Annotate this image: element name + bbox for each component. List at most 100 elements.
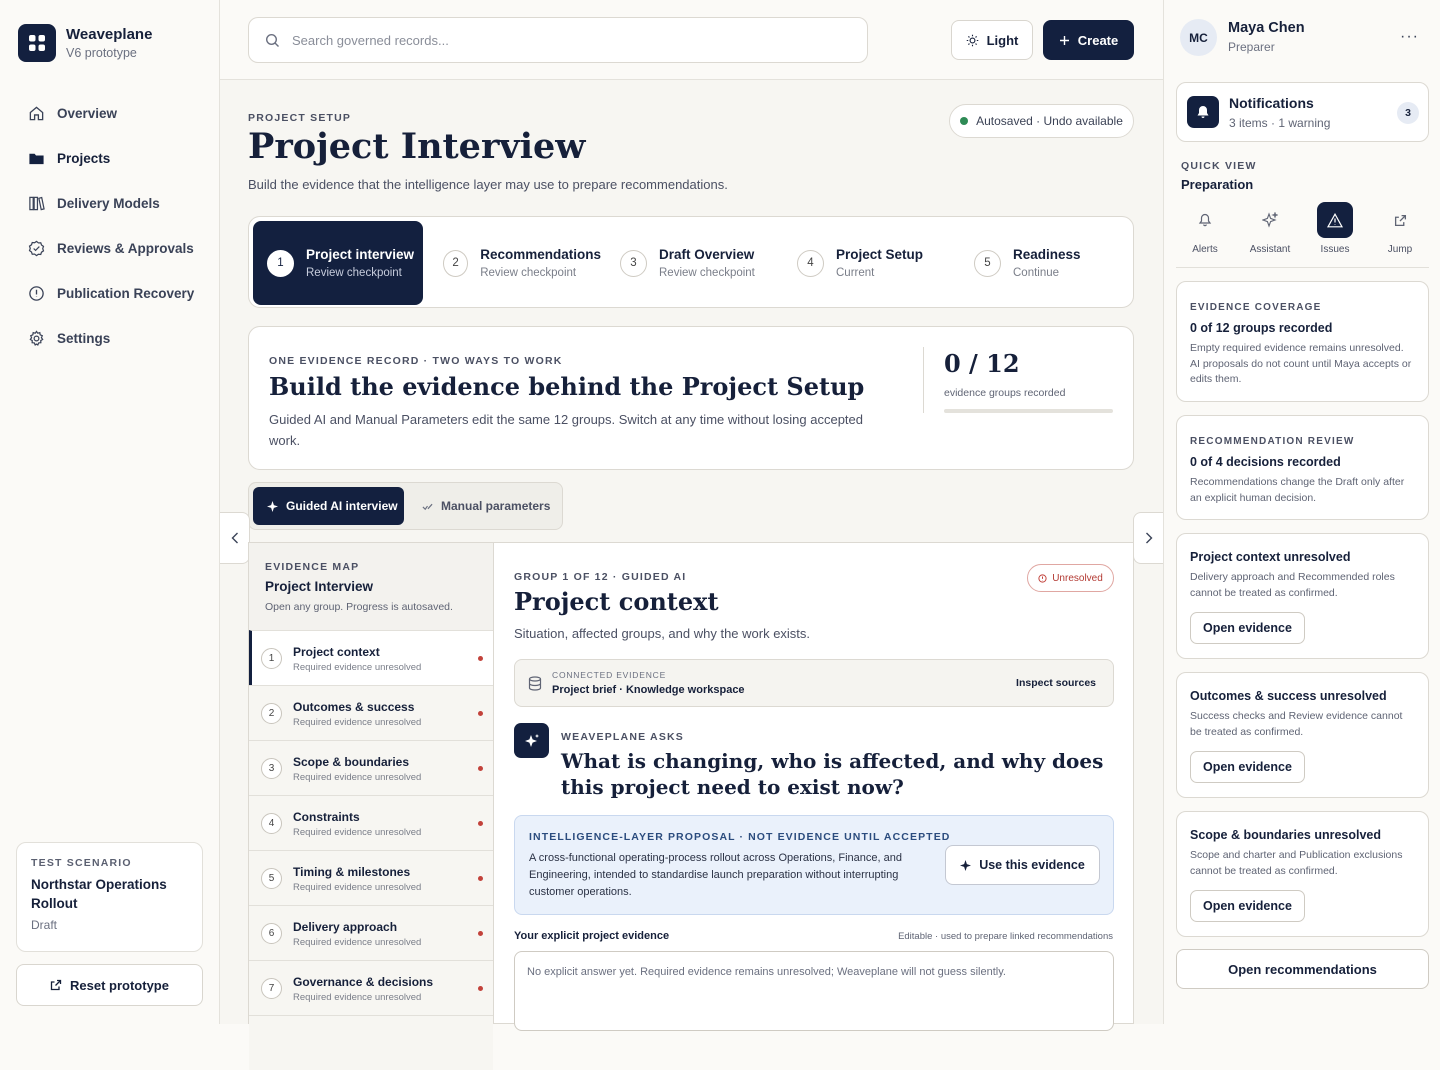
evidence-group-outcomes[interactable]: 2 Outcomes & success Required evidence u… bbox=[249, 685, 493, 740]
create-button[interactable]: Create bbox=[1043, 20, 1134, 60]
evidence-coverage-card: EVIDENCE COVERAGE 0 of 12 groups recorde… bbox=[1176, 281, 1429, 402]
hero-eyebrow: ONE EVIDENCE RECORD · TWO WAYS TO WORK bbox=[269, 355, 563, 367]
group-title: Outcomes & success bbox=[293, 700, 415, 714]
sparkle-icon bbox=[267, 500, 278, 512]
open-recommendations-button[interactable]: Open recommendations bbox=[1176, 949, 1429, 989]
notifications-card[interactable]: Notifications 3 items · 1 warning 3 bbox=[1176, 82, 1429, 142]
group-number: 4 bbox=[261, 813, 282, 834]
unresolved-dot bbox=[478, 656, 483, 661]
connected-evidence-bar: CONNECTED EVIDENCE Project brief · Knowl… bbox=[514, 659, 1114, 707]
sparkle-icon bbox=[960, 859, 972, 871]
search-input[interactable] bbox=[292, 32, 812, 48]
evidence-group-project-context[interactable]: 1 Project context Required evidence unre… bbox=[249, 630, 493, 685]
quick-view-label: Alerts bbox=[1192, 244, 1218, 255]
mode-switch: Guided AI interview Manual parameters bbox=[248, 482, 563, 530]
evidence-count-label: evidence groups recorded bbox=[944, 387, 1066, 399]
open-evidence-button[interactable]: Open evidence bbox=[1190, 890, 1305, 922]
collapse-right-button[interactable] bbox=[1133, 512, 1163, 564]
step-project-interview[interactable]: 1 Project interview Review checkpoint bbox=[253, 221, 423, 305]
reset-prototype-button[interactable]: Reset prototype bbox=[16, 964, 203, 1006]
manual-parameters-tab[interactable]: Manual parameters bbox=[408, 487, 558, 525]
warning-icon bbox=[1327, 212, 1343, 227]
grid-icon bbox=[29, 35, 45, 51]
evidence-field-hint: Editable · used to prepare linked recomm… bbox=[898, 931, 1113, 942]
nav-label: Publication Recovery bbox=[57, 285, 195, 301]
create-label: Create bbox=[1077, 32, 1119, 48]
inspect-sources-link[interactable]: Inspect sources bbox=[1016, 677, 1096, 689]
reset-label: Reset prototype bbox=[70, 977, 169, 993]
group-title: Governance & decisions bbox=[293, 975, 434, 989]
external-link-icon bbox=[1394, 214, 1406, 226]
sun-icon bbox=[966, 34, 978, 46]
step-project-setup[interactable]: 4 Project Setup Current bbox=[783, 221, 955, 305]
group-title: Timing & milestones bbox=[293, 865, 411, 879]
app-name: Weaveplane bbox=[66, 26, 153, 43]
step-number: 4 bbox=[797, 249, 824, 277]
guided-ai-tab[interactable]: Guided AI interview bbox=[253, 487, 404, 525]
coverage-eyebrow: EVIDENCE COVERAGE bbox=[1190, 302, 1322, 313]
step-draft-overview[interactable]: 3 Draft Overview Review checkpoint bbox=[606, 221, 778, 305]
evidence-group-timing[interactable]: 5 Timing & milestones Required evidence … bbox=[249, 850, 493, 905]
unresolved-dot bbox=[478, 711, 483, 716]
ai-proposal-box: INTELLIGENCE-LAYER PROPOSAL · NOT EVIDEN… bbox=[514, 815, 1114, 915]
evidence-field-label: Your explicit project evidence bbox=[514, 930, 670, 942]
nav-item-delivery-models[interactable]: Delivery Models bbox=[28, 191, 208, 215]
quick-view-assistant[interactable]: Assistant bbox=[1240, 202, 1300, 255]
theme-toggle-button[interactable]: Light bbox=[951, 20, 1033, 60]
open-evidence-button[interactable]: Open evidence bbox=[1190, 751, 1305, 783]
nav-label: Reviews & Approvals bbox=[57, 240, 194, 256]
folder-icon bbox=[29, 153, 44, 164]
evidence-group-governance[interactable]: 7 Governance & decisions Required eviden… bbox=[249, 960, 493, 1015]
asks-label: WEAVEPLANE ASKS bbox=[561, 731, 685, 743]
proposal-label: INTELLIGENCE-LAYER PROPOSAL · NOT EVIDEN… bbox=[529, 831, 951, 843]
notifications-title: Notifications bbox=[1229, 95, 1314, 111]
autosave-badge[interactable]: Autosaved · Undo available bbox=[949, 104, 1134, 138]
notifications-sub: 3 items · 1 warning bbox=[1229, 116, 1331, 130]
step-recommendations[interactable]: 2 Recommendations Review checkpoint bbox=[429, 221, 601, 305]
step-sub: Current bbox=[836, 267, 875, 279]
sidebar: Weaveplane V6 prototype Overview Project… bbox=[0, 0, 220, 1024]
search-box[interactable] bbox=[248, 17, 868, 63]
nav-item-overview[interactable]: Overview bbox=[28, 101, 208, 125]
evidence-group-scope[interactable]: 3 Scope & boundaries Required evidence u… bbox=[249, 740, 493, 795]
nav-item-reviews[interactable]: Reviews & Approvals bbox=[28, 236, 208, 260]
step-readiness[interactable]: 5 Readiness Continue bbox=[960, 221, 1130, 305]
group-status: Required evidence unresolved bbox=[293, 827, 422, 838]
app-logo[interactable] bbox=[18, 24, 56, 62]
collapse-left-button[interactable] bbox=[220, 512, 250, 564]
issues-tile bbox=[1317, 202, 1353, 238]
evidence-group-delivery[interactable]: 6 Delivery approach Required evidence un… bbox=[249, 905, 493, 960]
evidence-group-constraints[interactable]: 4 Constraints Required evidence unresolv… bbox=[249, 795, 493, 850]
group-status: Required evidence unresolved bbox=[293, 937, 422, 948]
open-evidence-button[interactable]: Open evidence bbox=[1190, 612, 1305, 644]
sparkle-icon bbox=[1262, 212, 1278, 228]
nav-item-projects[interactable]: Projects bbox=[28, 146, 208, 170]
step-label: Readiness bbox=[1013, 247, 1081, 262]
step-label: Draft Overview bbox=[659, 247, 755, 262]
step-label: Recommendations bbox=[480, 247, 601, 262]
evidence-count: 0 / 12 bbox=[944, 349, 1020, 378]
nav-item-settings[interactable]: Settings bbox=[28, 326, 208, 350]
plus-icon bbox=[1059, 35, 1069, 45]
quick-view-issues[interactable]: Issues bbox=[1305, 202, 1365, 255]
issue-title: Project context unresolved bbox=[1190, 550, 1351, 564]
group-title: Scope & boundaries bbox=[293, 755, 410, 769]
quick-view-alerts[interactable]: Alerts bbox=[1175, 202, 1235, 255]
use-evidence-button[interactable]: Use this evidence bbox=[945, 845, 1100, 885]
group-status: Required evidence unresolved bbox=[293, 717, 422, 728]
page-subtitle: Build the evidence that the intelligence… bbox=[248, 177, 728, 192]
evidence-group-next[interactable] bbox=[249, 1015, 493, 1070]
more-options-icon[interactable]: ··· bbox=[1400, 28, 1419, 46]
unresolved-dot bbox=[478, 931, 483, 936]
quick-view-jump[interactable]: Jump bbox=[1370, 202, 1430, 255]
evidence-map-sub: Open any group. Progress is autosaved. bbox=[265, 601, 453, 613]
nav-item-publication-recovery[interactable]: Publication Recovery bbox=[28, 281, 208, 305]
group-number: 6 bbox=[261, 923, 282, 944]
check-icon bbox=[422, 503, 433, 510]
notification-badge-icon bbox=[1187, 96, 1219, 128]
scenario-eyebrow: TEST SCENARIO bbox=[31, 857, 132, 869]
evidence-textarea[interactable]: No explicit answer yet. Required evidenc… bbox=[514, 951, 1114, 1031]
evidence-hero-card: ONE EVIDENCE RECORD · TWO WAYS TO WORK B… bbox=[248, 326, 1134, 470]
connected-value: Project brief · Knowledge workspace bbox=[552, 684, 745, 696]
avatar[interactable]: MC bbox=[1180, 19, 1217, 56]
